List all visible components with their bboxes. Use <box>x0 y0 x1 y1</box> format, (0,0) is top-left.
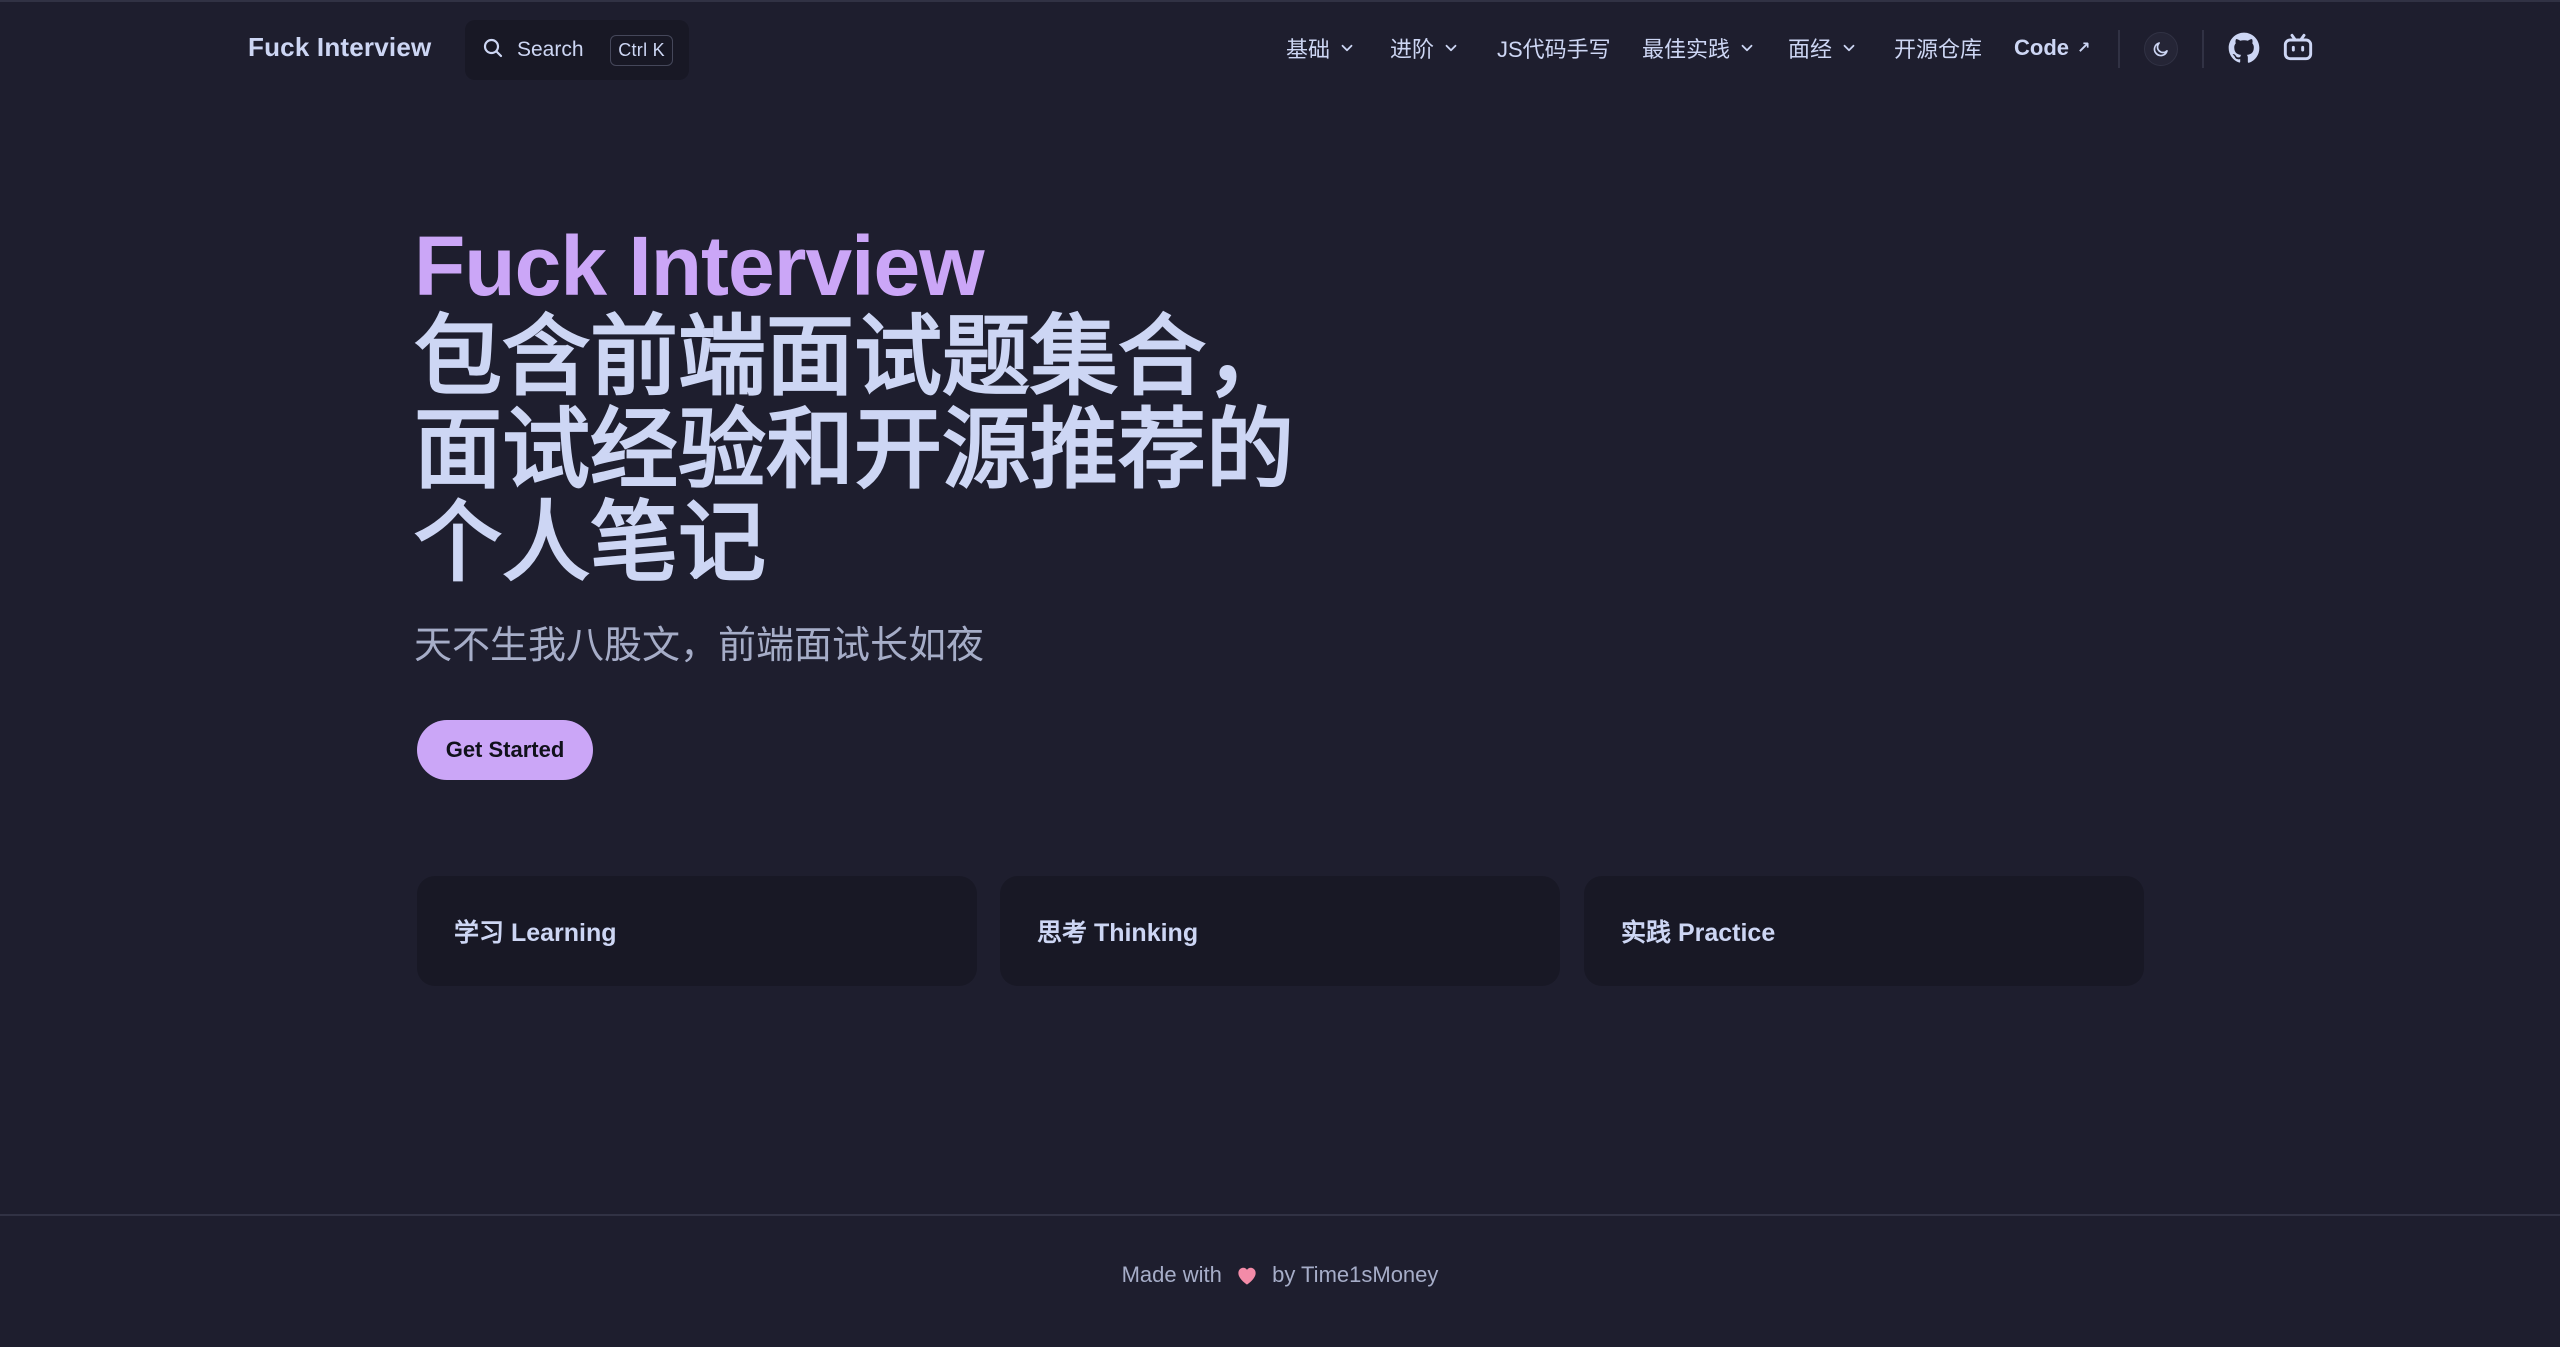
feature-title: 思考 Thinking <box>1037 919 1199 947</box>
feature-card-thinking[interactable]: 思考 Thinking <box>1000 876 1560 986</box>
search-button[interactable]: Search Ctrl K <box>465 20 689 80</box>
search-label: Search <box>517 38 584 61</box>
feature-title: 学习 Learning <box>454 919 617 947</box>
nav-item-basics[interactable]: 基础 <box>1286 30 1356 66</box>
chevron-down-icon <box>1445 44 1457 52</box>
nav-item-label: Code <box>2014 35 2069 60</box>
nav-item-js-handwriting[interactable]: JS代码手写 <box>1497 30 1611 66</box>
nav-divider <box>2202 30 2204 68</box>
get-started-button[interactable]: Get Started <box>417 720 593 780</box>
moon-icon <box>2153 42 2168 57</box>
nav-item-label: JS代码手写 <box>1497 37 1611 62</box>
nav-item-best-practices[interactable]: 最佳实践 <box>1642 30 1756 66</box>
nav-item-advanced[interactable]: 进阶 <box>1390 30 1460 66</box>
search-icon <box>481 36 505 65</box>
bilibili-icon <box>2283 33 2313 61</box>
hero-tagline: 天不生我八股文，前端面试长如夜 <box>414 625 985 667</box>
nav-item-code[interactable]: Code ↗ <box>2014 30 2090 66</box>
feature-card-practice[interactable]: 实践 Practice <box>1584 876 2144 986</box>
nav-item-label: 面经 <box>1788 37 1833 62</box>
nav-item-label: 基础 <box>1286 37 1331 62</box>
search-shortcut: Ctrl K <box>610 34 673 66</box>
nav-item-label: 进阶 <box>1390 37 1435 62</box>
external-link-icon: ↗ <box>2077 40 2091 57</box>
chevron-down-icon <box>1843 44 1855 52</box>
footer-suffix: by Time1sMoney <box>1272 1262 1439 1287</box>
nav-divider <box>2118 30 2120 68</box>
theme-toggle[interactable] <box>2144 32 2178 66</box>
site-title-link[interactable]: Fuck Interview <box>248 32 431 63</box>
chevron-down-icon <box>1741 44 1753 52</box>
footer-prefix: Made with <box>1121 1262 1222 1287</box>
navbar: Fuck Interview Search Ctrl K 基础 进阶 JS代码手… <box>0 0 2560 98</box>
feature-card-learning[interactable]: 学习 Learning <box>417 876 977 986</box>
github-link[interactable] <box>2224 28 2264 68</box>
hero-text: 包含前端面试题集合，面试经验和开源推荐的个人笔记 <box>414 307 1295 592</box>
heart-icon <box>1236 1265 1258 1291</box>
nav-item-label: 开源仓库 <box>1894 37 1983 62</box>
nav-item-open-source[interactable]: 开源仓库 <box>1894 30 1982 66</box>
hero-name: Fuck Interview <box>414 219 985 313</box>
chevron-down-icon <box>1341 44 1353 52</box>
github-icon <box>2228 32 2260 63</box>
footer: Made with by Time1sMoney <box>0 1262 2560 1291</box>
feature-title: 实践 Practice <box>1621 919 1776 947</box>
bilibili-link[interactable] <box>2278 28 2318 68</box>
nav-item-interview-exp[interactable]: 面经 <box>1788 30 1858 66</box>
nav-item-label: 最佳实践 <box>1642 37 1731 62</box>
